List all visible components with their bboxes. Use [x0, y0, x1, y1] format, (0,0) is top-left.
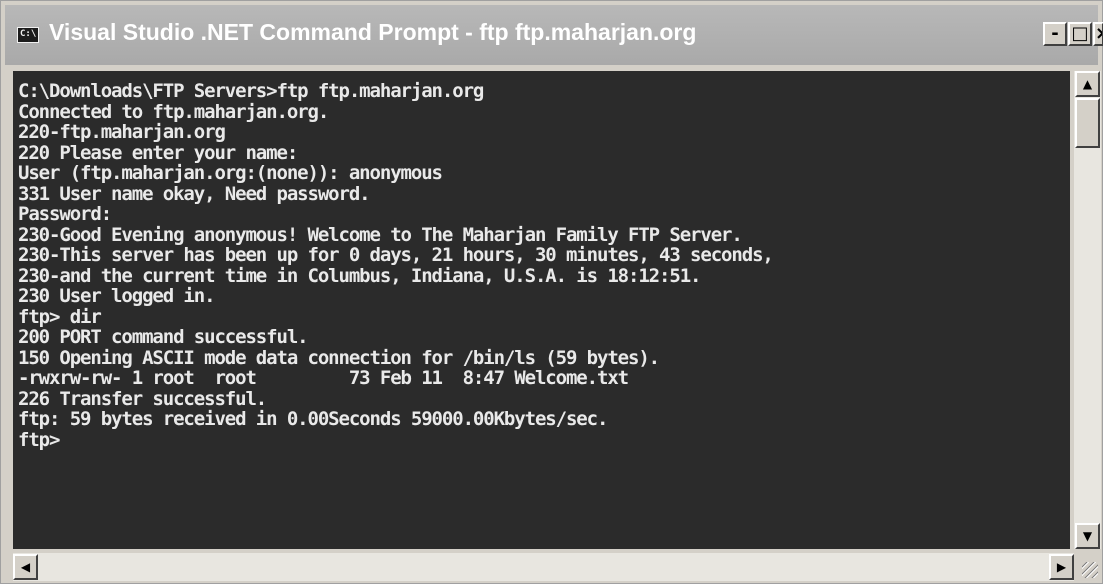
console-line: User (ftp.maharjan.org:(none)): anonymou…	[18, 162, 443, 184]
console-text: C:\Downloads\FTP Servers>ftp ftp.maharja…	[13, 71, 1070, 450]
console-window: C:\ Visual Studio .NET Command Prompt - …	[0, 0, 1103, 584]
resize-grip-icon	[1082, 562, 1098, 578]
console-line: ftp>	[18, 428, 60, 451]
vertical-scroll-thumb[interactable]	[1075, 98, 1100, 148]
console-line: 230-Good Evening anonymous! Welcome to T…	[18, 223, 743, 246]
console-line: 230-This server has been up for 0 days, …	[18, 244, 774, 266]
console-line: 220 Please enter your name:	[18, 141, 298, 164]
console-line: 200 PORT command successful.	[18, 326, 309, 348]
horizontal-scrollbar[interactable]: ◀ ▶	[13, 553, 1074, 581]
scroll-up-button[interactable]: ▲	[1075, 71, 1100, 97]
scroll-down-button[interactable]: ▼	[1075, 523, 1100, 549]
console-line: Connected to ftp.maharjan.org.	[18, 100, 329, 123]
console-line: 226 Transfer successful.	[18, 387, 267, 410]
scroll-left-button[interactable]: ◀	[13, 554, 38, 580]
console-line: -rwxrw-rw- 1 root root 73 Feb 11 8:47 We…	[18, 367, 629, 389]
console-line: Password:	[18, 203, 112, 225]
maximize-button[interactable]: □	[1068, 22, 1092, 46]
console-line: ftp: 59 bytes received in 0.00Seconds 59…	[18, 408, 608, 430]
console-line: 220-ftp.maharjan.org	[18, 121, 226, 143]
console-line: C:\Downloads\FTP Servers>ftp ftp.maharja…	[18, 80, 484, 102]
console-line: ftp> dir	[18, 305, 102, 328]
vertical-scrollbar[interactable]: ▲ ▼	[1074, 71, 1101, 549]
window-title: Visual Studio .NET Command Prompt - ftp …	[49, 19, 697, 45]
console-line: 230 User logged in.	[18, 285, 216, 307]
resize-grip[interactable]	[1074, 553, 1101, 581]
console-line: 150 Opening ASCII mode data connection f…	[18, 346, 660, 369]
console-output-area[interactable]: C:\Downloads\FTP Servers>ftp ftp.maharja…	[13, 71, 1070, 549]
close-button[interactable]: ×	[1093, 22, 1103, 46]
console-line: 230-and the current time in Columbus, In…	[18, 264, 701, 287]
console-line: 331 User name okay, Need password.	[18, 182, 371, 205]
minimize-button[interactable]: -	[1043, 22, 1067, 46]
title-bar[interactable]: C:\ Visual Studio .NET Command Prompt - …	[5, 5, 1103, 65]
scroll-right-button[interactable]: ▶	[1049, 554, 1074, 580]
console-icon[interactable]: C:\	[17, 27, 39, 43]
